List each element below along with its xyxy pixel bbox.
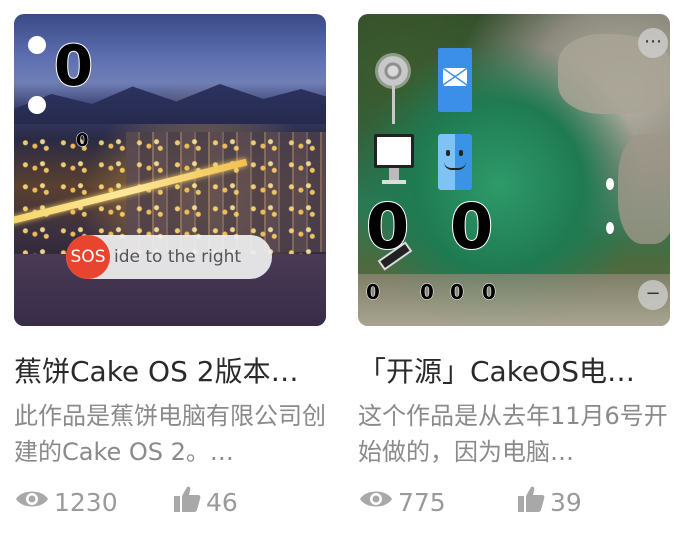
mail-app-icon xyxy=(438,48,472,112)
indicator-dot xyxy=(606,178,614,190)
thumbs-up-icon[interactable] xyxy=(172,484,206,520)
clock-digit-large: 0 xyxy=(53,33,94,100)
slider-hint-text: ide to the right xyxy=(114,247,242,267)
sos-button[interactable]: SOS xyxy=(66,235,110,279)
small-digit: 0 xyxy=(450,280,465,305)
rock xyxy=(618,134,670,244)
project-description: 这个作品是从去年11月6号开始做的，因为电脑… xyxy=(358,402,668,466)
rock-shore xyxy=(358,274,670,326)
minimize-button[interactable]: − xyxy=(638,280,668,310)
monitor-base xyxy=(382,180,406,184)
like-count[interactable]: 39 xyxy=(516,486,582,518)
project-card-cake-os-2[interactable]: 0 0 ide to the right SOS 蕉饼Cake OS 2版本… … xyxy=(14,14,326,544)
eye-icon xyxy=(14,487,54,517)
view-count: 775 xyxy=(358,486,446,518)
like-count-value: 39 xyxy=(550,487,582,517)
view-count-value: 775 xyxy=(398,487,446,517)
project-title[interactable]: 蕉饼Cake OS 2版本… xyxy=(14,354,326,390)
clock-digit-right: 0 xyxy=(449,189,494,264)
slide-to-unlock-slider[interactable]: ide to the right SOS xyxy=(66,235,272,279)
more-options-button[interactable]: ⋯ xyxy=(638,28,668,58)
like-count-value: 46 xyxy=(206,487,238,517)
indicator-dot xyxy=(606,222,614,234)
status-dot xyxy=(28,36,46,54)
clock-digit-left: 0 xyxy=(365,189,410,264)
settings-gear-icon xyxy=(378,56,408,86)
project-thumbnail[interactable]: 0 0 ide to the right SOS xyxy=(14,14,326,326)
small-digit: 0 xyxy=(420,280,435,305)
project-card-open-source-cakeos[interactable]: 0 0 0 0 0 0 ⋯ − 「开源」CakeOS电… 这个作品是从去年11月… xyxy=(358,14,670,544)
project-title[interactable]: 「开源」CakeOS电… xyxy=(358,354,670,390)
status-dot xyxy=(28,96,46,114)
thumbs-up-icon[interactable] xyxy=(516,484,550,520)
like-count[interactable]: 46 xyxy=(172,486,238,518)
project-thumbnail[interactable]: 0 0 0 0 0 0 ⋯ − xyxy=(358,14,670,326)
gear-stick xyxy=(392,86,395,124)
finder-smile xyxy=(444,162,466,170)
view-count: 1230 xyxy=(14,486,118,518)
computer-app-icon xyxy=(374,134,414,168)
view-count-value: 1230 xyxy=(54,487,118,517)
project-description: 此作品是蕉饼电脑有限公司创建的Cake OS 2。… xyxy=(14,402,326,466)
small-digit: 0 xyxy=(366,280,381,305)
clock-digit-small: 0 xyxy=(76,130,89,152)
small-digit: 0 xyxy=(482,280,497,305)
finder-app-icon xyxy=(438,134,472,190)
eye-icon xyxy=(358,487,398,517)
envelope-icon xyxy=(443,68,467,86)
